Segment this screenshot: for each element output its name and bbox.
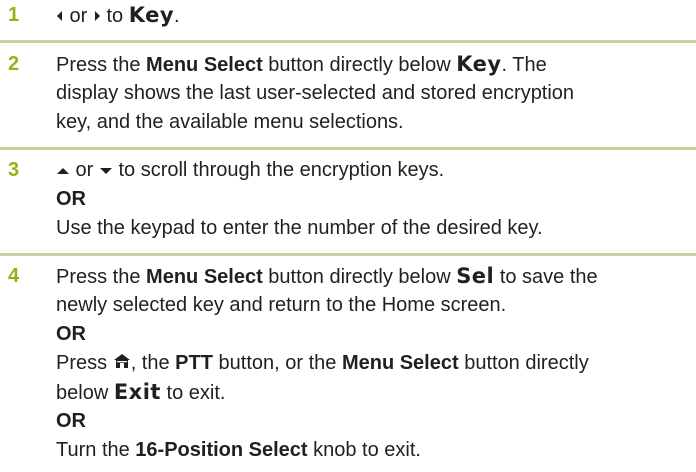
step-number: 3: [8, 159, 20, 181]
display-label-sel: Sel: [456, 264, 495, 288]
divider: [0, 40, 696, 43]
or-label: OR: [56, 323, 86, 345]
step-line: or to scroll through the encryption keys…: [56, 156, 692, 185]
right-arrow-icon: [93, 2, 101, 31]
divider: [0, 253, 696, 256]
step-text: Press the Menu Select button directly be…: [56, 50, 692, 137]
step-line: below Exit to exit.: [56, 380, 226, 404]
step-line: key, and the available menu selections.: [56, 111, 404, 133]
divider: [0, 147, 696, 150]
step-text: or to scroll through the encryption keys…: [56, 156, 692, 243]
step-line: Turn the 16-Position Select knob to exit…: [56, 439, 421, 461]
step-line: Press the Menu Select button directly be…: [56, 52, 547, 76]
instruction-steps: 1 or to Key. 2 Press the Menu Select but…: [0, 0, 696, 472]
step-line: Press , the PTT button, or the Menu Sele…: [56, 349, 692, 378]
step-line: Press the Menu Select button directly be…: [56, 264, 598, 288]
step-text: or to Key.: [56, 1, 692, 30]
step-number: 2: [8, 53, 20, 75]
step-number: 4: [8, 265, 20, 287]
display-label-key: Key: [128, 3, 175, 27]
step-line: or to Key.: [56, 1, 692, 30]
display-label-exit: Exit: [113, 380, 161, 404]
step-line: display shows the last user-selected and…: [56, 82, 575, 104]
left-arrow-icon: [56, 2, 64, 31]
step-number: 1: [8, 4, 20, 26]
home-icon: [113, 349, 131, 378]
or-label: OR: [56, 188, 86, 210]
down-arrow-icon: [99, 156, 113, 185]
step-text: Press the Menu Select button directly be…: [56, 262, 692, 465]
or-label: OR: [56, 410, 86, 432]
up-arrow-icon: [56, 156, 70, 185]
step-line: Use the keypad to enter the number of th…: [56, 217, 543, 239]
display-label-key: Key: [456, 52, 502, 76]
step-line: newly selected key and return to the Hom…: [56, 294, 507, 316]
